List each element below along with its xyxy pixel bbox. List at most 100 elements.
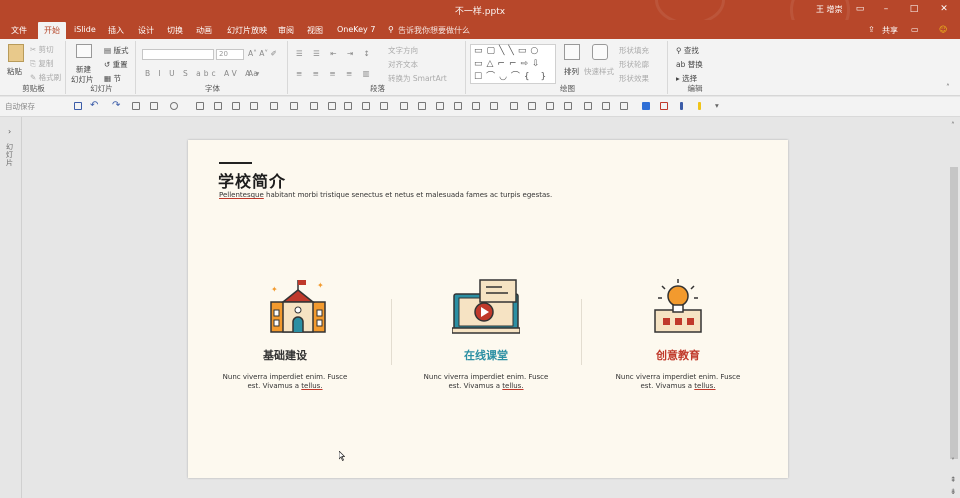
font-grow-icon[interactable]: A˄ A˅ ✐ — [248, 49, 277, 58]
maximize-icon[interactable]: □ — [907, 2, 921, 16]
desc-underlined-word: tellus. — [694, 382, 716, 390]
menu-onekey[interactable]: OneKey 7 — [337, 23, 375, 36]
tool-icon[interactable] — [680, 102, 683, 110]
ribbon-display-icon[interactable]: ▭ — [853, 2, 867, 16]
arrange-button[interactable]: 排列 — [564, 66, 579, 77]
list-buttons[interactable]: ☰ ☰ ⇤ ⇥ ↕ — [296, 49, 374, 58]
format-painter-button[interactable]: ✎ 格式刷 — [30, 72, 61, 83]
tool-icon[interactable] — [250, 102, 258, 110]
feature-column-creative-education[interactable]: 创意教育 Nunc viverra imperdiet enim. Fusce … — [598, 278, 758, 398]
tool-icon[interactable] — [436, 102, 444, 110]
menu-home[interactable]: 开始 — [38, 22, 66, 39]
present-icon[interactable] — [132, 102, 140, 110]
menu-transitions[interactable]: 切换 — [167, 23, 183, 38]
replace-button[interactable]: ab 替换 — [676, 59, 703, 70]
tool-icon[interactable] — [310, 102, 318, 110]
tool-icon[interactable] — [344, 102, 352, 110]
tool-icon[interactable] — [400, 102, 408, 110]
vertical-scrollbar[interactable]: ˄ ˅ ⇞ ⇟ — [948, 117, 960, 498]
feature-column-infrastructure[interactable]: ✦ ✦ 基础建设 Nunc viverra imperdiet enim. Fu… — [205, 278, 365, 398]
menu-islide[interactable]: iSlide — [74, 23, 96, 36]
save-icon[interactable] — [74, 102, 82, 110]
tool-icon[interactable] — [290, 102, 298, 110]
undo-icon[interactable]: ↶ — [90, 100, 98, 111]
copy-button[interactable]: ⎘ 复制 — [30, 58, 53, 69]
font-format-buttons[interactable]: B I U S abc AV Aa — [145, 69, 261, 78]
slide-canvas[interactable]: 学校简介 Pellentesque habitant morbi tristiq… — [188, 140, 788, 478]
tool-icon[interactable] — [232, 102, 240, 110]
align-buttons[interactable]: ≡ ≡ ≡ ≡ ▥ — [296, 69, 374, 78]
tool-icon[interactable] — [418, 102, 426, 110]
shape-icon[interactable] — [170, 102, 178, 110]
menu-view[interactable]: 视图 — [307, 23, 323, 38]
tell-me-input[interactable]: 告诉我你想要做什么 — [398, 23, 470, 38]
find-button[interactable]: ⚲ 查找 — [676, 45, 699, 56]
search-icon[interactable]: ⚲ — [388, 23, 394, 36]
minimize-icon[interactable]: – — [879, 2, 893, 16]
shapes-gallery[interactable]: ▭▢╲╲▭○ ▭△⌐⌐⇨⇩ ☐⌒◡⌒{ } — [470, 44, 556, 84]
scroll-down-icon[interactable]: ˅ — [951, 457, 955, 466]
fill-color-icon[interactable] — [642, 102, 650, 110]
tool-icon[interactable] — [510, 102, 518, 110]
share-button[interactable]: 共享 — [882, 25, 898, 36]
reset-button[interactable]: ↺ 重置 — [104, 59, 128, 70]
customize-qat-icon[interactable]: ▾ — [715, 101, 719, 110]
tool-icon[interactable] — [620, 102, 628, 110]
comment-icon[interactable]: ▭ — [911, 23, 919, 36]
shape-outline-button[interactable]: 形状轮廓 — [619, 59, 649, 70]
next-slide-icon[interactable]: ⇟ — [950, 487, 956, 496]
new-slide-icon[interactable] — [76, 44, 92, 58]
quick-styles-icon[interactable] — [592, 44, 608, 60]
redo-icon[interactable]: ↷ — [112, 100, 120, 111]
expand-pane-icon[interactable]: › — [8, 127, 11, 136]
quick-styles-button[interactable]: 快速样式 — [584, 66, 614, 77]
arrange-icon[interactable] — [564, 44, 580, 60]
tool-icon[interactable] — [660, 102, 668, 110]
scrollbar-thumb[interactable] — [950, 167, 958, 459]
menu-review[interactable]: 审阅 — [278, 23, 294, 38]
tool-icon[interactable] — [196, 102, 204, 110]
tool-icon[interactable] — [454, 102, 462, 110]
font-color-icon[interactable]: A ▾ — [248, 69, 259, 78]
tool-icon[interactable] — [528, 102, 536, 110]
close-icon[interactable]: ✕ — [937, 2, 951, 16]
slide-title[interactable]: 学校简介 — [218, 168, 286, 192]
collapse-ribbon-icon[interactable]: ˄ — [946, 83, 950, 92]
prev-slide-icon[interactable]: ⇞ — [950, 475, 956, 484]
tool-icon[interactable] — [380, 102, 388, 110]
text-direction-button[interactable]: 文字方向 — [388, 45, 418, 56]
share-icon[interactable]: ⇪ — [868, 23, 875, 36]
layout-button[interactable]: ▤ 版式 — [104, 45, 128, 56]
shape-fill-button[interactable]: 形状填充 — [619, 45, 649, 56]
feature-column-online-class[interactable]: 在线课堂 Nunc viverra imperdiet enim. Fusce … — [406, 278, 566, 398]
paste-button[interactable]: 粘贴 — [7, 66, 22, 77]
slide-subtitle[interactable]: Pellentesque habitant morbi tristique se… — [219, 191, 552, 199]
menu-design[interactable]: 设计 — [138, 23, 154, 38]
tool-icon[interactable] — [546, 102, 554, 110]
tool-icon[interactable] — [362, 102, 370, 110]
tool-icon[interactable] — [270, 102, 278, 110]
tool-icon[interactable] — [214, 102, 222, 110]
font-size-select[interactable]: 20 — [216, 49, 244, 60]
user-name[interactable]: 王 增崇 — [816, 4, 843, 15]
tool-icon[interactable] — [490, 102, 498, 110]
menu-file[interactable]: 文件 — [11, 23, 27, 38]
tool-icon[interactable] — [602, 102, 610, 110]
tool-icon[interactable] — [472, 102, 480, 110]
smiley-icon[interactable]: ☺ — [939, 23, 947, 36]
align-text-button[interactable]: 对齐文本 — [388, 59, 418, 70]
menu-insert[interactable]: 插入 — [108, 23, 124, 38]
autosave-toggle[interactable]: 自动保存 — [5, 101, 35, 112]
tool-icon[interactable] — [584, 102, 592, 110]
cut-button[interactable]: ✂ 剪切 — [30, 44, 54, 55]
tool-icon[interactable] — [564, 102, 572, 110]
menu-slideshow[interactable]: 幻灯片放映 — [227, 23, 267, 38]
font-name-select[interactable] — [142, 49, 214, 60]
menu-animations[interactable]: 动画 — [196, 23, 212, 38]
paste-icon[interactable] — [8, 44, 24, 62]
tool-icon[interactable] — [698, 102, 701, 110]
feature-title: 基础建设 — [263, 349, 307, 362]
screenshot-icon[interactable] — [150, 102, 158, 110]
scroll-up-icon[interactable]: ˄ — [951, 121, 955, 130]
tool-icon[interactable] — [328, 102, 336, 110]
